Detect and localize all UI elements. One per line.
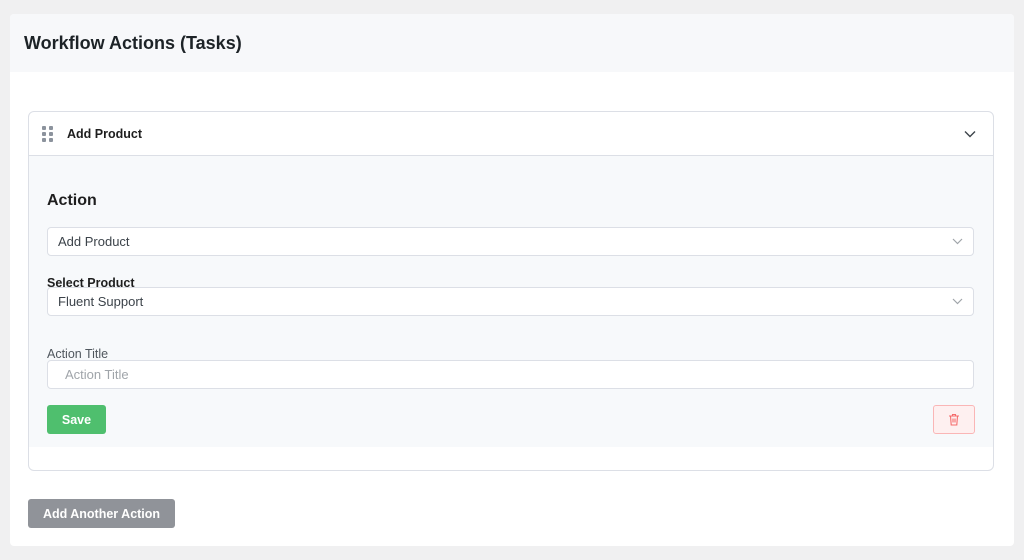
chevron-down-icon [964,130,976,137]
save-button[interactable]: Save [47,405,106,434]
workflow-actions-panel: Workflow Actions (Tasks) Add Product Act… [10,14,1014,546]
action-card-header[interactable]: Add Product [29,112,993,156]
chevron-down-icon [952,298,963,305]
action-title-label: Action Title [47,347,109,361]
action-card: Add Product Action Add Product Select Pr… [28,111,994,471]
product-select[interactable]: Fluent Support [47,287,974,316]
action-select[interactable]: Add Product [47,227,974,256]
action-card-body: Action Add Product Select Product Fluent… [29,156,993,447]
page-title: Workflow Actions (Tasks) [24,32,242,53]
action-section-title: Action [47,192,97,209]
chevron-down-icon [952,238,963,245]
trash-icon [949,413,959,426]
product-select-value: Fluent Support [58,294,144,309]
action-card-title: Add Product [67,126,142,141]
add-another-action-button[interactable]: Add Another Action [28,499,175,528]
panel-header: Workflow Actions (Tasks) [10,14,1014,72]
action-title-input[interactable] [47,360,974,389]
action-select-value: Add Product [58,234,130,249]
delete-button[interactable] [933,405,975,434]
collapse-toggle[interactable] [961,125,979,143]
drag-handle-icon[interactable] [42,125,53,142]
